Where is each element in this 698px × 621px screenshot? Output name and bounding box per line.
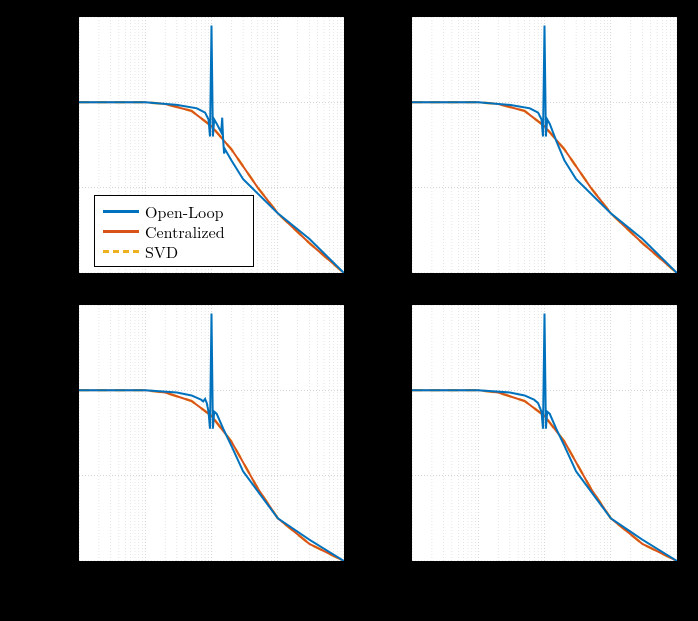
xtick: 10⁰ (192, 566, 232, 586)
ytick: 0 (371, 94, 407, 114)
legend: Open-Loop Centralized SVD (94, 195, 254, 267)
legend-swatch-cent (103, 230, 139, 233)
legend-entry-cent: Centralized (103, 221, 245, 241)
ytick: -100 (38, 180, 74, 200)
legend-label: SVD (145, 240, 178, 263)
ytick: 100 (38, 8, 74, 28)
ytick: 100 (371, 8, 407, 28)
ytick: 0 (371, 382, 407, 402)
ytick: 200 (371, 297, 407, 317)
xtick: 10⁻² (393, 566, 433, 586)
legend-swatch-open (103, 210, 139, 213)
legend-entry-open: Open-Loop (103, 201, 245, 221)
ytick: -200 (371, 468, 407, 488)
xtick: 10² (658, 566, 698, 586)
ylabel-phase: Phase [deg] (20, 396, 43, 475)
ylabel-gain: Gain [dB] (20, 112, 43, 180)
panel-u2-gain (411, 16, 678, 274)
legend-swatch-svd (103, 250, 139, 253)
ytick: 0 (38, 382, 74, 402)
ytick: -200 (38, 468, 74, 488)
panel-u2-phase (411, 304, 678, 562)
ytick: 0 (38, 94, 74, 114)
legend-entry-svd: SVD (103, 241, 245, 261)
ytick: -100 (371, 180, 407, 200)
xlabel-right: Frequency [rad/s] (478, 590, 601, 613)
ytick: -200 (38, 265, 74, 285)
xtick: 10² (325, 566, 365, 586)
panel-u1-phase (78, 304, 345, 562)
xtick: 10⁰ (525, 566, 565, 586)
ytick: 200 (38, 297, 74, 317)
xlabel-left: Frequency [rad/s] (145, 590, 268, 613)
xtick: 10⁻² (60, 566, 100, 586)
bode-figure: Gain [dB] Phase [deg] Frequency [rad/s] … (0, 0, 698, 621)
ytick: -200 (371, 265, 407, 285)
